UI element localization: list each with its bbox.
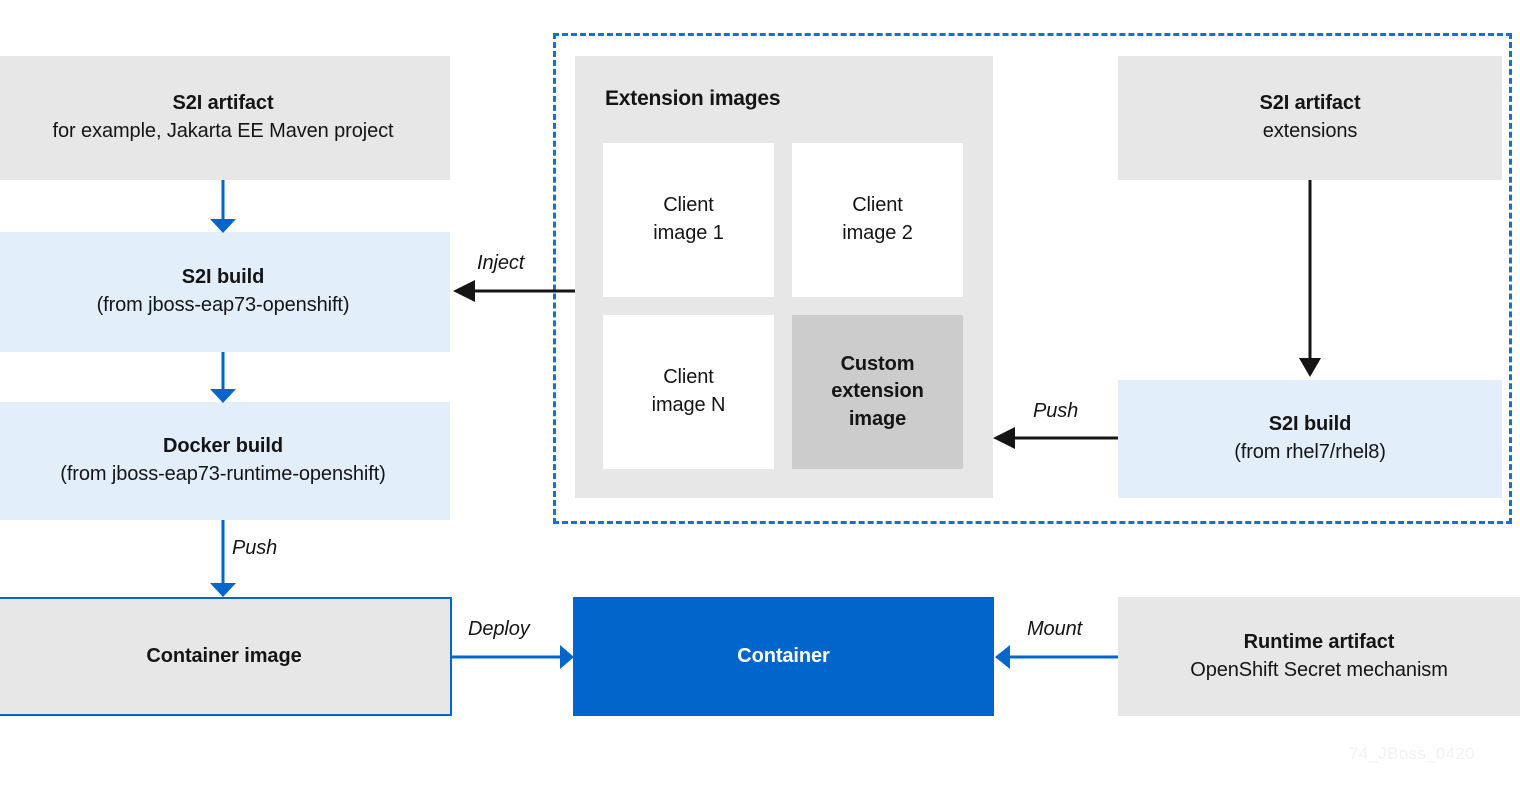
edge-label-inject: Inject [477, 252, 525, 274]
node-s2i-build-right: S2I build (from rhel7/rhel8) [1118, 380, 1502, 498]
node-subtitle: for example, Jakarta EE Maven project [52, 120, 394, 142]
node-subtitle: (from jboss-eap73-openshift) [96, 294, 350, 316]
node-title: Runtime artifact [1243, 630, 1395, 653]
node-s2i-build-left: S2I build (from jboss-eap73-openshift) [0, 232, 450, 352]
node-title: S2I artifact [172, 92, 274, 115]
node-docker-build: Docker build (from jboss-eap73-runtime-o… [0, 402, 450, 520]
node-subtitle: (from jboss-eap73-runtime-openshift) [60, 463, 386, 485]
node-container: Container [573, 597, 994, 716]
arrow-runtime-artifact-to-container [995, 645, 1118, 669]
tile-line-3: image [848, 407, 907, 430]
edge-label-deploy: Deploy [468, 618, 530, 640]
node-runtime-artifact: Runtime artifact OpenShift Secret mechan… [1118, 597, 1520, 716]
tile-line-2: image N [651, 394, 726, 416]
tile-line-2: image 2 [842, 222, 913, 244]
arrow-artifact-to-s2i-build [210, 180, 236, 233]
extension-images-panel-title: Extension images [605, 87, 781, 110]
arrow-container-image-to-container [452, 645, 574, 669]
watermark-label: 74_JBoss_0420 [1349, 744, 1475, 763]
node-subtitle: (from rhel7/rhel8) [1234, 441, 1386, 463]
node-title: Container [737, 644, 830, 667]
edge-label-mount: Mount [1027, 618, 1083, 640]
extension-image-tile-client-image-1: Client image 1 [603, 143, 774, 297]
diagram-canvas: S2I artifact for example, Jakarta EE Mav… [0, 0, 1520, 799]
node-title: S2I build [181, 266, 265, 289]
tile-line-1: Client [663, 366, 714, 389]
tile-line-2: image 1 [653, 222, 724, 244]
node-title: S2I artifact [1259, 92, 1361, 115]
extension-image-tile-client-image-2: Client image 2 [792, 143, 963, 297]
node-s2i-artifact-right: S2I artifact extensions [1118, 56, 1502, 180]
edge-label-push-left: Push [232, 537, 278, 559]
node-s2i-artifact-left: S2I artifact for example, Jakarta EE Mav… [0, 56, 450, 180]
tile-line-1: Client [663, 194, 714, 217]
edge-label-push-right: Push [1033, 400, 1079, 422]
node-title: Docker build [163, 435, 283, 458]
node-title: Container image [146, 644, 302, 667]
extension-image-tile-client-image-n: Client image N [603, 315, 774, 469]
node-container-image: Container image [0, 597, 452, 716]
tile-line-1: Client [852, 194, 903, 217]
tile-line-2: extension [831, 380, 924, 403]
node-subtitle: OpenShift Secret mechanism [1190, 658, 1448, 681]
extension-images-panel: Extension images Client image 1 Client i… [575, 56, 993, 498]
extension-image-tile-custom-extension-image: Custom extension image [792, 315, 963, 469]
node-title: S2I build [1268, 413, 1352, 436]
arrow-s2i-build-to-docker-build [210, 352, 236, 403]
node-subtitle: extensions [1262, 120, 1358, 142]
tile-line-1: Custom [840, 352, 915, 375]
